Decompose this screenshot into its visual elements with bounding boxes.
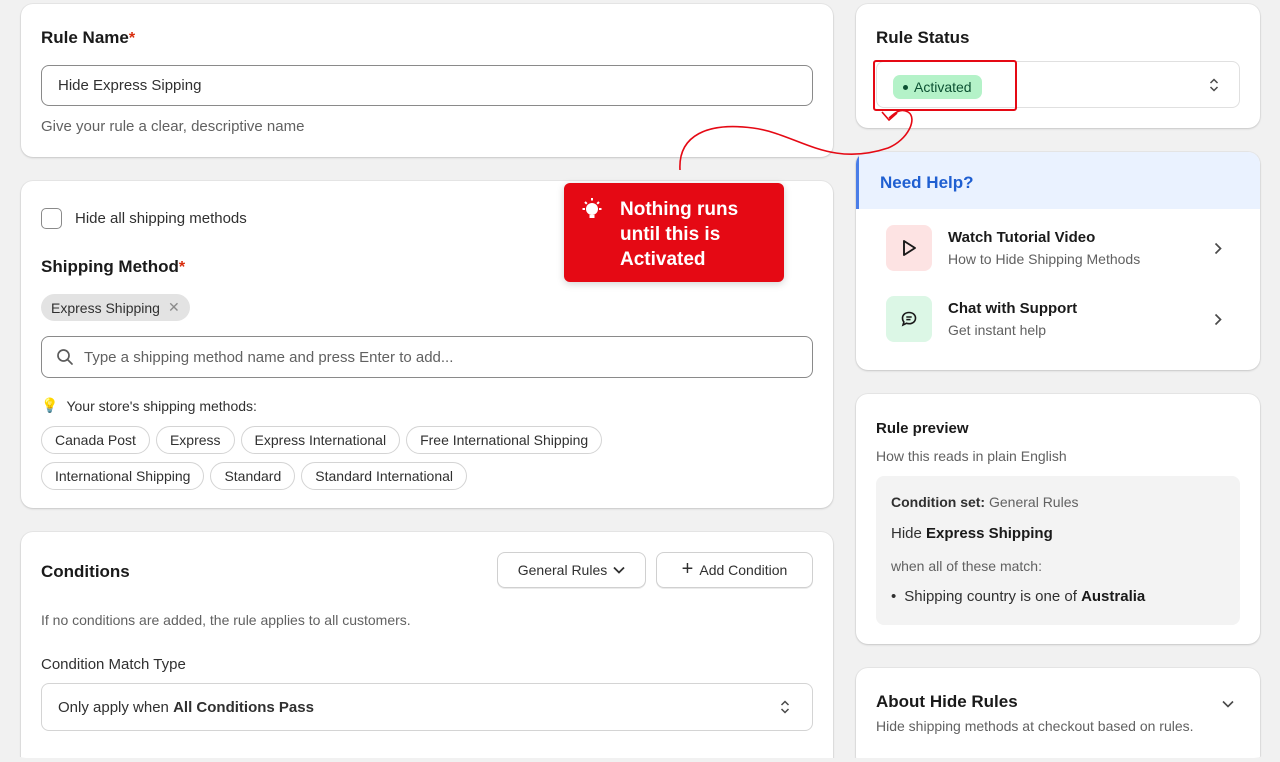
conditions-title: Conditions bbox=[41, 562, 130, 581]
about-subtitle: Hide shipping methods at checkout based … bbox=[876, 718, 1194, 734]
rule-status-title: Rule Status bbox=[876, 28, 970, 47]
hide-all-checkbox[interactable] bbox=[41, 208, 62, 229]
help-item-title: Watch Tutorial Video bbox=[948, 229, 1096, 246]
shipping-method-search[interactable]: Type a shipping method name and press En… bbox=[41, 336, 813, 378]
search-icon bbox=[57, 349, 73, 365]
status-highlight-box bbox=[873, 60, 1017, 111]
remove-tag-icon[interactable]: ✕ bbox=[168, 299, 180, 316]
match-type-select[interactable]: Only apply when All Conditions Pass bbox=[41, 683, 813, 731]
condition-set-label: General Rules bbox=[517, 562, 608, 578]
chevron-down-icon[interactable] bbox=[1222, 700, 1234, 708]
preview-box: Condition set: General Rules Hide Expres… bbox=[876, 476, 1240, 625]
preview-hide-method: Express Shipping bbox=[926, 525, 1053, 542]
help-header: Need Help? bbox=[856, 152, 1260, 209]
preview-match-text: when all of these match: bbox=[891, 558, 1042, 574]
rule-name-label: Rule Name bbox=[41, 28, 129, 47]
match-value: All Conditions Pass bbox=[173, 698, 314, 716]
chevron-right-icon[interactable] bbox=[1214, 242, 1222, 255]
preview-hide-prefix: Hide bbox=[891, 525, 922, 542]
required-mark: * bbox=[128, 30, 136, 47]
store-method-pill[interactable]: Canada Post bbox=[41, 426, 150, 454]
callout-text: Nothing runs until this is Activated bbox=[620, 199, 739, 270]
lightbulb-icon bbox=[582, 198, 602, 218]
match-type-label: Condition Match Type bbox=[41, 656, 186, 673]
required-mark: * bbox=[178, 259, 186, 276]
store-method-pill[interactable]: Standard bbox=[210, 462, 296, 490]
search-placeholder: Type a shipping method name and press En… bbox=[84, 348, 454, 366]
preview-subtitle: How this reads in plain English bbox=[876, 448, 1067, 464]
rule-name-input[interactable]: Hide Express Sipping bbox=[41, 65, 813, 106]
chat-icon bbox=[886, 296, 932, 342]
rule-preview-card: Rule preview How this reads in plain Eng… bbox=[856, 394, 1260, 644]
help-item-subtitle: Get instant help bbox=[948, 322, 1047, 338]
plus-icon: + bbox=[681, 558, 694, 580]
rule-status-card: Rule Status Activated bbox=[856, 4, 1260, 128]
store-method-pill[interactable]: Express bbox=[155, 426, 235, 454]
add-condition-label: Add Condition bbox=[699, 562, 788, 578]
condition-set-value: General Rules bbox=[989, 494, 1079, 510]
preview-title: Rule preview bbox=[876, 420, 969, 437]
match-prefix: Only apply when bbox=[58, 698, 174, 716]
help-card: Need Help? Watch Tutorial Video How to H… bbox=[856, 152, 1260, 370]
help-title: Need Help? bbox=[880, 173, 974, 192]
help-item-tutorial[interactable]: Watch Tutorial Video How to Hide Shippin… bbox=[886, 225, 1246, 271]
preview-bullet-value: Australia bbox=[1081, 588, 1146, 605]
lightbulb-icon: 💡 bbox=[41, 397, 59, 413]
rule-name-value: Hide Express Sipping bbox=[58, 77, 202, 94]
condition-set-dropdown[interactable]: General Rules bbox=[497, 552, 646, 588]
hide-all-label: Hide all shipping methods bbox=[75, 210, 247, 227]
chevron-right-icon[interactable] bbox=[1214, 313, 1222, 326]
store-method-pill[interactable]: Express International bbox=[240, 426, 401, 454]
selected-method-label: Express Shipping bbox=[51, 299, 160, 316]
help-item-subtitle: How to Hide Shipping Methods bbox=[948, 251, 1141, 267]
store-method-pill[interactable]: International Shipping bbox=[41, 462, 205, 490]
selected-method-tag: Express Shipping ✕ bbox=[41, 294, 190, 321]
bullet-icon: • bbox=[891, 588, 897, 605]
condition-set-label: Condition set: bbox=[891, 494, 986, 510]
help-item-chat[interactable]: Chat with Support Get instant help bbox=[886, 296, 1246, 342]
conditions-card: Conditions General Rules + Add Condition… bbox=[21, 532, 833, 758]
play-icon bbox=[886, 225, 932, 271]
store-methods-list: Canada Post Express Express Internationa… bbox=[41, 426, 681, 498]
chevron-down-icon bbox=[613, 566, 625, 574]
about-title: About Hide Rules bbox=[876, 692, 1018, 711]
rule-name-help: Give your rule a clear, descriptive name bbox=[41, 118, 305, 135]
shipping-method-label: Shipping Method bbox=[41, 257, 179, 276]
callout-box: Nothing runs until this is Activated bbox=[564, 183, 784, 282]
select-arrows-icon bbox=[780, 700, 790, 714]
help-item-title: Chat with Support bbox=[948, 300, 1078, 317]
conditions-empty-note: If no conditions are added, the rule app… bbox=[41, 612, 411, 628]
store-methods-label: Your store's shipping methods: bbox=[66, 397, 257, 414]
store-method-pill[interactable]: Standard International bbox=[301, 462, 468, 490]
about-card[interactable]: About Hide Rules Hide shipping methods a… bbox=[856, 668, 1260, 758]
app-frame: Rule Name* Hide Express Sipping Give you… bbox=[8, 0, 1272, 758]
store-method-pill[interactable]: Free International Shipping bbox=[406, 426, 603, 454]
preview-bullet-prefix: Shipping country is one of bbox=[904, 588, 1077, 605]
rule-name-card: Rule Name* Hide Express Sipping Give you… bbox=[21, 4, 833, 157]
add-condition-button[interactable]: + Add Condition bbox=[656, 552, 813, 588]
select-arrows-icon bbox=[1209, 78, 1219, 92]
